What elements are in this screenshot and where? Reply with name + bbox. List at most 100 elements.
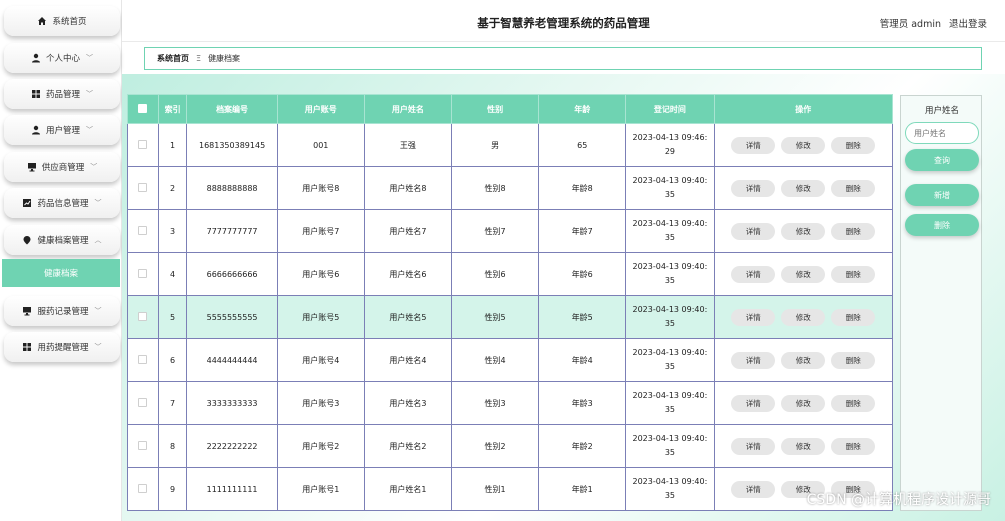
row-checkbox[interactable] xyxy=(138,354,148,364)
edit-button[interactable]: 修改 xyxy=(781,265,826,283)
sidebar-item-drug-info[interactable]: 药品信息管理 ﹀ xyxy=(4,188,120,218)
age-cell: 年龄1 xyxy=(538,467,627,511)
row-checkbox[interactable] xyxy=(138,182,148,192)
edit-button[interactable]: 修改 xyxy=(781,437,826,455)
row-checkbox[interactable] xyxy=(138,397,148,407)
row-checkbox[interactable] xyxy=(138,139,148,149)
actions-cell: 详情 修改 删除 xyxy=(713,209,893,253)
time-line-1: 2023-04-13 09:40: xyxy=(632,219,708,228)
table-row[interactable]: 1 1681350389145 001 王强男 65 2023-04-13 09:46: 2… xyxy=(127,123,893,167)
sidebar-item-reminders[interactable]: 用药提醒管理 ﹀ xyxy=(4,332,120,362)
detail-button[interactable]: 详情 xyxy=(731,437,776,455)
detail-button[interactable]: 详情 xyxy=(731,222,776,240)
delete-row-button[interactable]: 删除 xyxy=(831,308,876,326)
delete-row-button[interactable]: 删除 xyxy=(831,351,876,369)
row-checkbox[interactable] xyxy=(138,225,148,235)
edit-button[interactable]: 修改 xyxy=(781,179,826,197)
add-button[interactable]: 新增 xyxy=(905,184,979,206)
gender-cell: 性别6 xyxy=(450,252,540,296)
delete-row-button[interactable]: 删除 xyxy=(831,265,876,283)
time-line-2: 35 xyxy=(664,362,675,371)
name-cell: 用户姓名5 xyxy=(363,295,453,339)
delete-row-button[interactable]: 删除 xyxy=(831,394,876,412)
sidebar-item-profile[interactable]: 个人中心 ﹀ xyxy=(4,43,120,73)
gender-cell: 性别1 xyxy=(450,467,540,511)
select-all-checkbox[interactable] xyxy=(138,103,148,113)
checkbox-cell xyxy=(127,123,159,167)
edit-button[interactable]: 修改 xyxy=(781,351,826,369)
time-line-1: 2023-04-13 09:40: xyxy=(632,477,708,486)
table-row[interactable]: 5 5555555555 用户账号5 用户姓名5 性别5 年龄5 2023-04-13 09… xyxy=(127,295,893,339)
row-checkbox[interactable] xyxy=(138,440,148,450)
detail-button[interactable]: 详情 xyxy=(731,480,776,498)
sidebar-item-home[interactable]: 系统首页 xyxy=(4,6,120,36)
page-title: 基于智慧养老管理系统的药品管理 xyxy=(477,16,650,30)
sidebar-item-label: 用药提醒管理 xyxy=(37,343,89,353)
table-row[interactable]: 7 3333333333 用户账号3 用户姓名3 性别3 年龄3 2023-04-13 09… xyxy=(127,381,893,425)
checkbox-cell xyxy=(127,252,159,296)
edit-button[interactable]: 修改 xyxy=(781,222,826,240)
sidebar-item-suppliers[interactable]: 供应商管理 ﹀ xyxy=(4,152,120,182)
breadcrumb-home[interactable]: 系统首页 xyxy=(157,53,189,64)
checkbox-cell xyxy=(127,424,159,468)
delete-row-button[interactable]: 删除 xyxy=(831,222,876,240)
logout-button[interactable]: 退出登录 xyxy=(949,16,987,30)
table-row[interactable]: 9 1111111111 用户账号1 用户姓名1 性别1 年龄1 2023-04-13 09… xyxy=(127,467,893,511)
table-row[interactable]: 3 7777777777 用户账号7 用户姓名7 性别7 年龄7 2023-04-13 09… xyxy=(127,209,893,253)
row-checkbox[interactable] xyxy=(138,483,148,493)
table-row[interactable]: 8 2222222222 用户账号2 用户姓名2 性别2 年龄2 2023-04-13 09… xyxy=(127,424,893,468)
age-cell: 年龄3 xyxy=(538,381,627,425)
index-cell: 6 xyxy=(157,338,188,382)
top-header: 基于智慧养老管理系统的药品管理 管理员 admin 退出登录 xyxy=(122,0,1005,42)
delete-row-button[interactable]: 删除 xyxy=(831,179,876,197)
breadcrumb-separator-icon: Ξ xyxy=(196,54,202,63)
detail-button[interactable]: 详情 xyxy=(731,308,776,326)
location-icon xyxy=(22,235,32,245)
delete-row-button[interactable]: 删除 xyxy=(831,437,876,455)
detail-button[interactable]: 详情 xyxy=(731,394,776,412)
table-row[interactable]: 6 4444444444 用户账号4 用户姓名4 性别4 年龄4 2023-04-13 09… xyxy=(127,338,893,382)
detail-button[interactable]: 详情 xyxy=(731,265,776,283)
edit-button[interactable]: 修改 xyxy=(781,136,826,154)
row-checkbox[interactable] xyxy=(138,268,148,278)
query-button[interactable]: 查询 xyxy=(905,149,979,171)
column-header: 登记时间 xyxy=(625,94,715,124)
sidebar-item-users[interactable]: 用户管理 ﹀ xyxy=(4,115,120,145)
index-cell: 7 xyxy=(157,381,188,425)
delete-button[interactable]: 删除 xyxy=(905,214,979,236)
admin-label: 管理员 admin xyxy=(879,19,941,30)
detail-button[interactable]: 详情 xyxy=(731,136,776,154)
detail-button[interactable]: 详情 xyxy=(731,179,776,197)
name-cell: 用户姓名3 xyxy=(363,381,453,425)
gender-cell: 性别2 xyxy=(450,424,540,468)
sidebar-item-medication-records[interactable]: 服药记录管理 ﹀ xyxy=(4,296,120,326)
delete-row-button[interactable]: 删除 xyxy=(831,136,876,154)
table-row[interactable]: 2 8888888888 用户账号8 用户姓名8 性别8 年龄8 2023-04-13 09… xyxy=(127,166,893,210)
home-icon xyxy=(37,16,47,26)
edit-button[interactable]: 修改 xyxy=(781,394,826,412)
gender-cell: 性别8 xyxy=(450,166,540,210)
sidebar-item-label: 个人中心 xyxy=(45,54,80,64)
search-input[interactable] xyxy=(905,122,979,144)
sidebar-item-health[interactable]: 健康档案管理 ︿ xyxy=(4,225,120,255)
grid-icon xyxy=(31,89,41,99)
sidebar-subitem-health-records[interactable]: 健康档案 xyxy=(2,259,120,287)
record-number-cell: 1111111111 xyxy=(186,467,278,511)
chevron-down-icon: ﹀ xyxy=(94,343,102,351)
sidebar-item-label: 药品管理 xyxy=(45,90,80,100)
user-icon xyxy=(31,125,41,135)
checkbox-cell xyxy=(127,338,159,382)
row-checkbox[interactable] xyxy=(138,311,148,321)
sidebar-item-drugs[interactable]: 药品管理 ﹀ xyxy=(4,79,120,109)
actions-cell: 详情 修改 删除 xyxy=(713,252,893,296)
detail-button[interactable]: 详情 xyxy=(731,351,776,369)
edit-button[interactable]: 修改 xyxy=(781,308,826,326)
time-line-2: 35 xyxy=(664,448,675,457)
time-cell: 2023-04-13 09:40: 35 xyxy=(625,166,715,210)
table-row[interactable]: 4 6666666666 用户账号6 用户姓名6 性别6 年龄6 2023-04-13 09… xyxy=(127,252,893,296)
age-cell: 年龄2 xyxy=(538,424,627,468)
gender-cell: 性别5 xyxy=(450,295,540,339)
chevron-down-icon: ﹀ xyxy=(94,307,102,315)
age-cell: 年龄5 xyxy=(538,295,627,339)
account-cell: 用户账号8 xyxy=(276,166,365,210)
